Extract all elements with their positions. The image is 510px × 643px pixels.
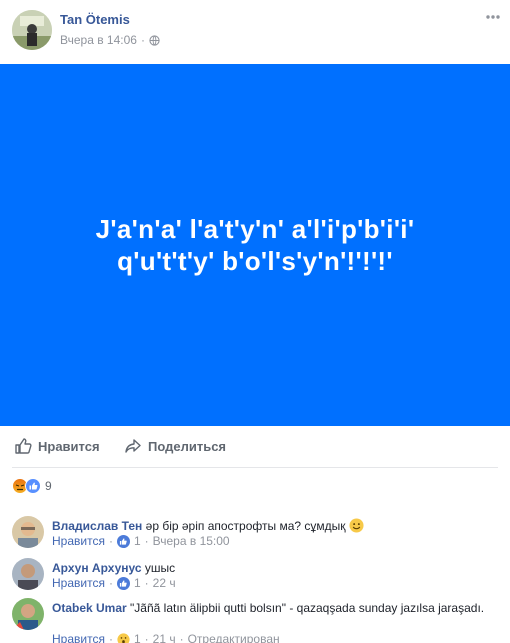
comment-like-link[interactable]: Нравится	[52, 576, 105, 590]
comment-body: Архун Архунус ушыс	[52, 560, 492, 576]
actions-separator: ·	[108, 534, 113, 548]
post-header: Tan Ötemis Вчера в 14:06 ·	[0, 0, 510, 64]
wow-reaction-icon	[117, 632, 130, 643]
smile-emoji-icon	[349, 518, 364, 533]
comment-text: ушыс	[144, 561, 176, 575]
share-arrow-icon	[125, 439, 141, 453]
actions-separator: ·	[144, 576, 149, 590]
commenter-avatar[interactable]	[12, 558, 44, 590]
like-button-label: Нравится	[38, 438, 100, 454]
reactions-count: 9	[45, 479, 52, 493]
like-badge-icon	[116, 576, 130, 590]
share-button-label: Поделиться	[148, 438, 227, 454]
commenter-name[interactable]: Архун Архунус	[52, 561, 142, 575]
comment-actions: Нравится · 1 · 21 ч · Отредактирован	[52, 632, 280, 643]
reactions-summary[interactable]: 9	[12, 478, 52, 494]
image-text-line-1: J'a'n'a' l'a't'y'n' a'l'i'p'b'i'i'	[95, 214, 415, 244]
more-options-icon[interactable]	[484, 10, 502, 24]
comment-text: әр бір әріп апострофты ма? сұмдық	[145, 519, 346, 533]
actions-separator: ·	[144, 632, 149, 643]
comment-body: Otabek Umar "Jãñã latın älipbii qutti bo…	[52, 600, 492, 616]
post-image[interactable]: J'a'n'a' l'a't'y'n' a'l'i'p'b'i'i' q'u't…	[0, 64, 510, 426]
comment-actions: Нравится · 1 · 22 ч	[52, 576, 176, 590]
actions-separator: ·	[108, 576, 113, 590]
author-name[interactable]: Tan Ötemis	[60, 12, 130, 27]
comment-time[interactable]: Вчера в 15:00	[153, 534, 230, 548]
actions-separator: ·	[108, 632, 113, 643]
post-time[interactable]: Вчера в 14:06	[60, 33, 137, 47]
comment-like-link[interactable]: Нравится	[52, 534, 105, 548]
comment-time[interactable]: 21 ч	[153, 632, 176, 643]
action-bar: Нравится Поделиться	[12, 426, 498, 468]
comment-like-count: 1	[133, 576, 141, 590]
like-button[interactable]: Нравится	[14, 437, 100, 455]
share-button[interactable]: Поделиться	[124, 437, 226, 455]
post-meta: Вчера в 14:06 ·	[60, 33, 160, 47]
commenter-name[interactable]: Otabek Umar	[52, 601, 127, 615]
edited-label[interactable]: Отредактирован	[188, 632, 280, 643]
commenter-avatar[interactable]	[12, 598, 44, 630]
like-reaction-icon	[25, 478, 41, 494]
actions-separator: ·	[144, 534, 149, 548]
actions-separator: ·	[179, 632, 184, 643]
commenter-name[interactable]: Владислав Тен	[52, 519, 142, 533]
comment-like-count: 1	[133, 632, 141, 643]
comment-actions: Нравится · 1 · Вчера в 15:00	[52, 534, 230, 548]
image-text-line-2: q'u't't'y' b'o'l's'y'n'!'!'!'	[117, 246, 393, 276]
comment-body: Владислав Тен әр бір әріп апострофты ма?…	[52, 518, 492, 534]
comment-like-link[interactable]: Нравится	[52, 632, 105, 643]
comment-text: "Jãñã latın älipbii qutti bolsın" - qaza…	[130, 601, 485, 615]
commenter-avatar[interactable]	[12, 516, 44, 548]
comment-like-count: 1	[133, 534, 141, 548]
comment-time[interactable]: 22 ч	[153, 576, 176, 590]
like-badge-icon	[116, 534, 130, 548]
thumbs-up-icon	[15, 438, 32, 454]
globe-icon	[149, 34, 160, 46]
author-avatar[interactable]	[12, 10, 52, 50]
meta-separator: ·	[140, 33, 145, 47]
